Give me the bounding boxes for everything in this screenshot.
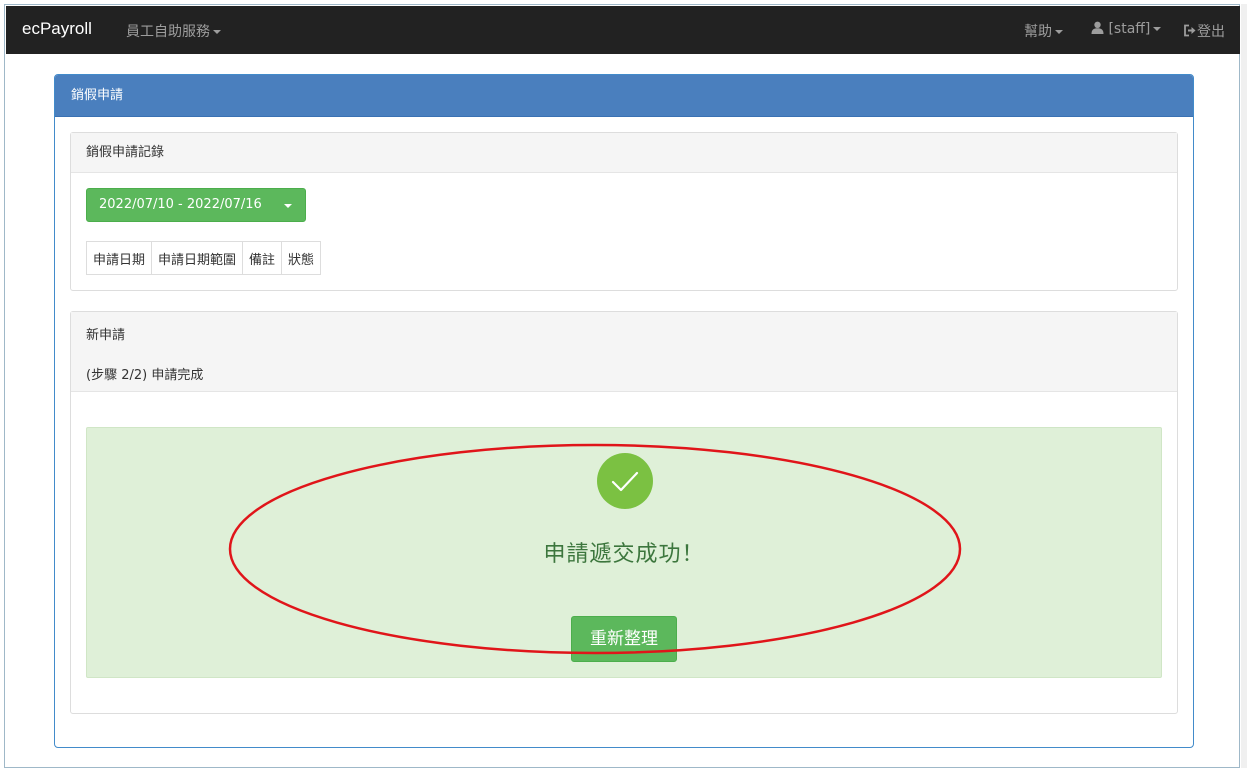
- logout-link[interactable]: 登出: [1183, 21, 1225, 41]
- new-request-title: 新申請: [86, 328, 126, 343]
- new-request-section: 新申請 (步驟 2/2) 申請完成 申請遞交成功！ 重新整理: [70, 311, 1178, 714]
- logout-icon: [1184, 24, 1196, 37]
- refresh-button[interactable]: 重新整理: [571, 616, 677, 662]
- success-alert: 申請遞交成功！ 重新整理: [86, 427, 1162, 678]
- records-section: 銷假申請記錄 2022/07/10 - 2022/07/16 申請日期 申請日期…: [70, 132, 1178, 291]
- scrollbar[interactable]: [1241, 4, 1247, 768]
- menu-self-service[interactable]: 員工自助服務: [126, 21, 221, 41]
- column-header-date: 申請日期: [85, 241, 153, 275]
- records-title: 銷假申請記錄: [71, 133, 1177, 173]
- top-navbar: ecPayroll 員工自助服務 幫助 [staff] 登出: [6, 6, 1240, 54]
- menu-self-service-label: 員工自助服務: [126, 24, 210, 40]
- chevron-down-icon: [1055, 30, 1063, 34]
- logout-label: 登出: [1197, 24, 1225, 40]
- menu-user[interactable]: [staff]: [1091, 21, 1162, 37]
- menu-user-label: [staff]: [1108, 21, 1151, 37]
- chevron-down-icon: [1153, 27, 1162, 31]
- menu-help-label: 幫助: [1024, 24, 1052, 40]
- table-header-row: 申請日期 申請日期範圍 備註 狀態: [85, 241, 322, 275]
- records-table: 申請日期 申請日期範圍 備註 狀態: [85, 241, 322, 275]
- date-range-dropdown[interactable]: 2022/07/10 - 2022/07/16: [86, 188, 306, 222]
- brand-logo[interactable]: ecPayroll: [22, 19, 92, 39]
- column-header-remarks: 備註: [242, 241, 283, 275]
- panel-title: 銷假申請: [55, 75, 1193, 117]
- leave-cancel-panel: 銷假申請 銷假申請記錄 2022/07/10 - 2022/07/16 申請日期…: [54, 74, 1194, 748]
- date-range-label: 2022/07/10 - 2022/07/16: [99, 197, 262, 212]
- new-request-header: 新申請 (步驟 2/2) 申請完成: [71, 312, 1177, 392]
- menu-help[interactable]: 幫助: [1024, 21, 1063, 41]
- user-icon: [1091, 21, 1104, 34]
- success-message: 申請遞交成功！: [543, 542, 705, 567]
- success-check-icon: [597, 453, 653, 509]
- chevron-down-icon: [213, 30, 221, 34]
- step-indicator: (步驟 2/2) 申請完成: [86, 368, 204, 383]
- column-header-status: 狀態: [281, 241, 322, 275]
- chevron-down-icon: [284, 204, 292, 208]
- column-header-date-range: 申請日期範圍: [151, 241, 244, 275]
